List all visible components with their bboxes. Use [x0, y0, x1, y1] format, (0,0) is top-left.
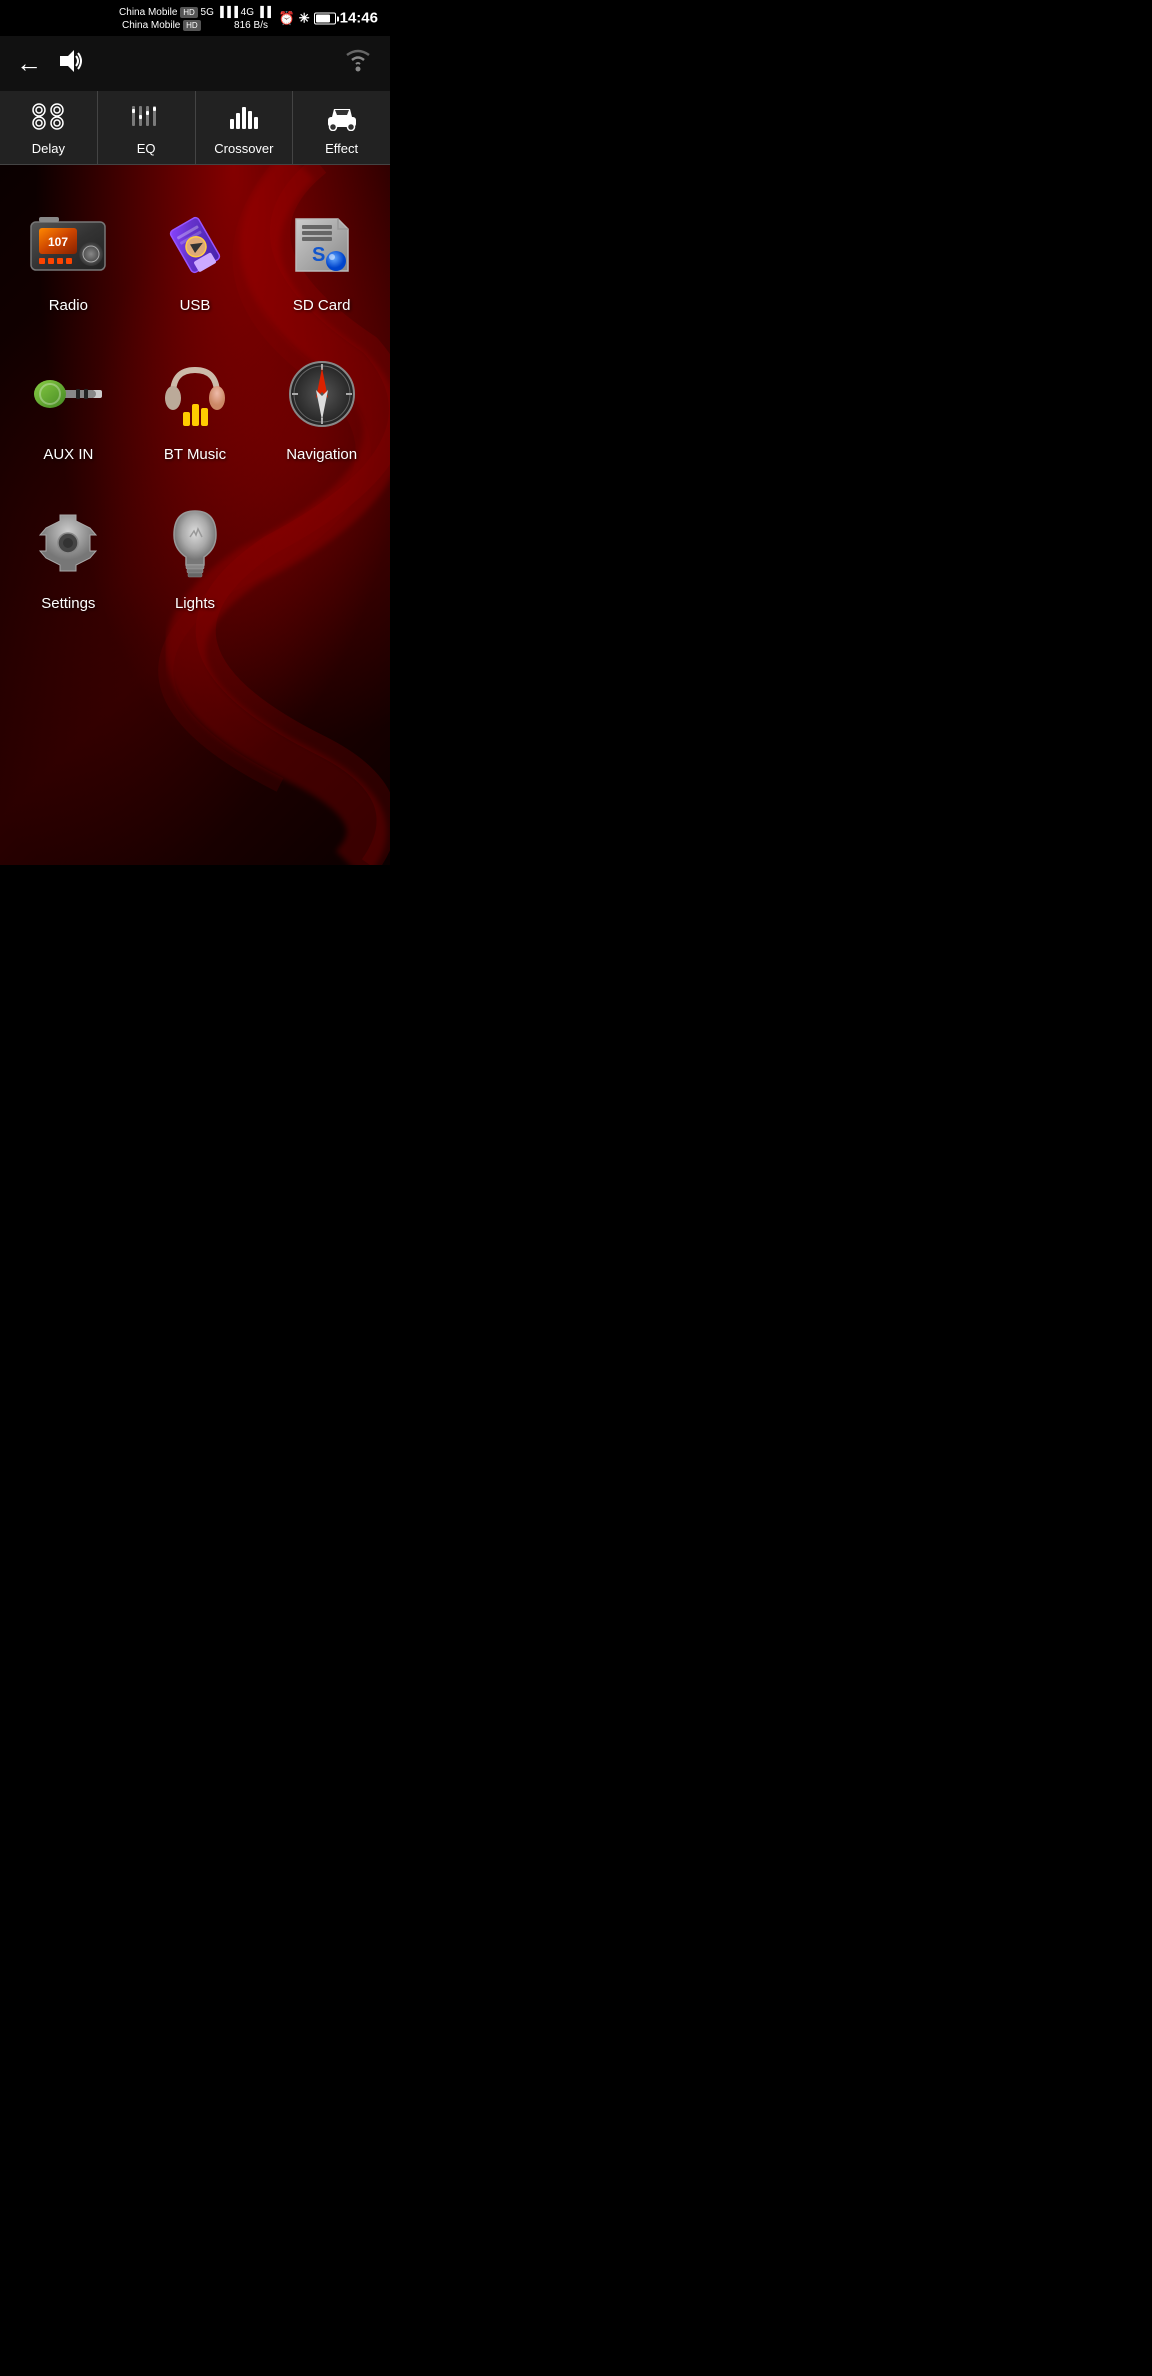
- tab-eq-label: EQ: [137, 141, 156, 156]
- radio-icon: 107: [29, 214, 107, 276]
- status-right: ⏰ ✳ 14:46: [279, 10, 378, 27]
- alarm-icon: ⏰: [279, 10, 295, 26]
- lights-icon-container: [155, 503, 235, 583]
- main-content: 107 Radio: [0, 165, 390, 865]
- crossover-icon: [226, 101, 262, 137]
- usb-icon-container: [155, 205, 235, 285]
- back-button[interactable]: ←: [16, 48, 42, 79]
- navigation-icon-container: [282, 354, 362, 434]
- carrier1-label: China Mobile HD 5G ▐▐▐ 4G ▐▐: [119, 6, 271, 19]
- settings-icon-container: [28, 503, 108, 583]
- svg-text:107: 107: [48, 235, 68, 249]
- bluetooth-icon: ✳: [299, 10, 310, 26]
- app-radio[interactable]: 107 Radio: [10, 195, 127, 324]
- tab-delay[interactable]: Delay: [0, 91, 98, 164]
- time-label: 14:46: [340, 10, 378, 27]
- tab-effect-label: Effect: [325, 141, 358, 156]
- tab-delay-label: Delay: [32, 141, 65, 156]
- sdcard-label: SD Card: [293, 297, 351, 314]
- carrier-info: China Mobile HD 5G ▐▐▐ 4G ▐▐ China Mobil…: [119, 6, 271, 32]
- wifi-icon: [342, 46, 374, 81]
- navigation-label: Navigation: [286, 446, 357, 463]
- header-left: ←: [16, 48, 88, 80]
- btmusic-label: BT Music: [164, 446, 226, 463]
- tab-effect[interactable]: Effect: [293, 91, 390, 164]
- tab-crossover[interactable]: Crossover: [196, 91, 294, 164]
- app-usb[interactable]: USB: [137, 195, 254, 324]
- carrier2-label: China Mobile HD 816 B/s: [122, 19, 268, 32]
- app-lights[interactable]: Lights: [137, 493, 254, 622]
- settings-label: Settings: [41, 595, 95, 612]
- eq-icon: [128, 101, 164, 137]
- app-btmusic[interactable]: BT Music: [137, 344, 254, 473]
- tab-eq[interactable]: EQ: [98, 91, 196, 164]
- sdcard-icon: S: [286, 211, 358, 279]
- lights-icon: [166, 507, 224, 579]
- lights-label: Lights: [175, 595, 215, 612]
- navigation-icon: [286, 358, 358, 430]
- app-auxin[interactable]: AUX IN: [10, 344, 127, 473]
- app-settings[interactable]: Settings: [10, 493, 127, 622]
- tab-bar: Delay EQ: [0, 91, 390, 165]
- battery-icon: [314, 12, 336, 24]
- delay-icon: [30, 101, 66, 137]
- btmusic-icon-container: [155, 354, 235, 434]
- auxin-label: AUX IN: [43, 446, 93, 463]
- sdcard-icon-container: S: [282, 205, 362, 285]
- app-sdcard[interactable]: S SD Card: [263, 195, 380, 324]
- effect-icon: [324, 101, 360, 137]
- radio-label: Radio: [49, 297, 88, 314]
- usb-icon: [159, 211, 231, 279]
- tab-crossover-label: Crossover: [214, 141, 273, 156]
- header: ←: [0, 36, 390, 91]
- volume-icon: [58, 48, 88, 80]
- settings-icon: [31, 506, 105, 580]
- auxin-icon-container: [28, 354, 108, 434]
- app-grid: 107 Radio: [0, 165, 390, 652]
- auxin-icon: [32, 360, 104, 428]
- status-bar: China Mobile HD 5G ▐▐▐ 4G ▐▐ China Mobil…: [0, 0, 390, 36]
- app-navigation[interactable]: Navigation: [263, 344, 380, 473]
- radio-icon-container: 107: [28, 205, 108, 285]
- usb-label: USB: [180, 297, 211, 314]
- svg-text:S: S: [312, 244, 325, 266]
- btmusic-icon: [159, 358, 231, 430]
